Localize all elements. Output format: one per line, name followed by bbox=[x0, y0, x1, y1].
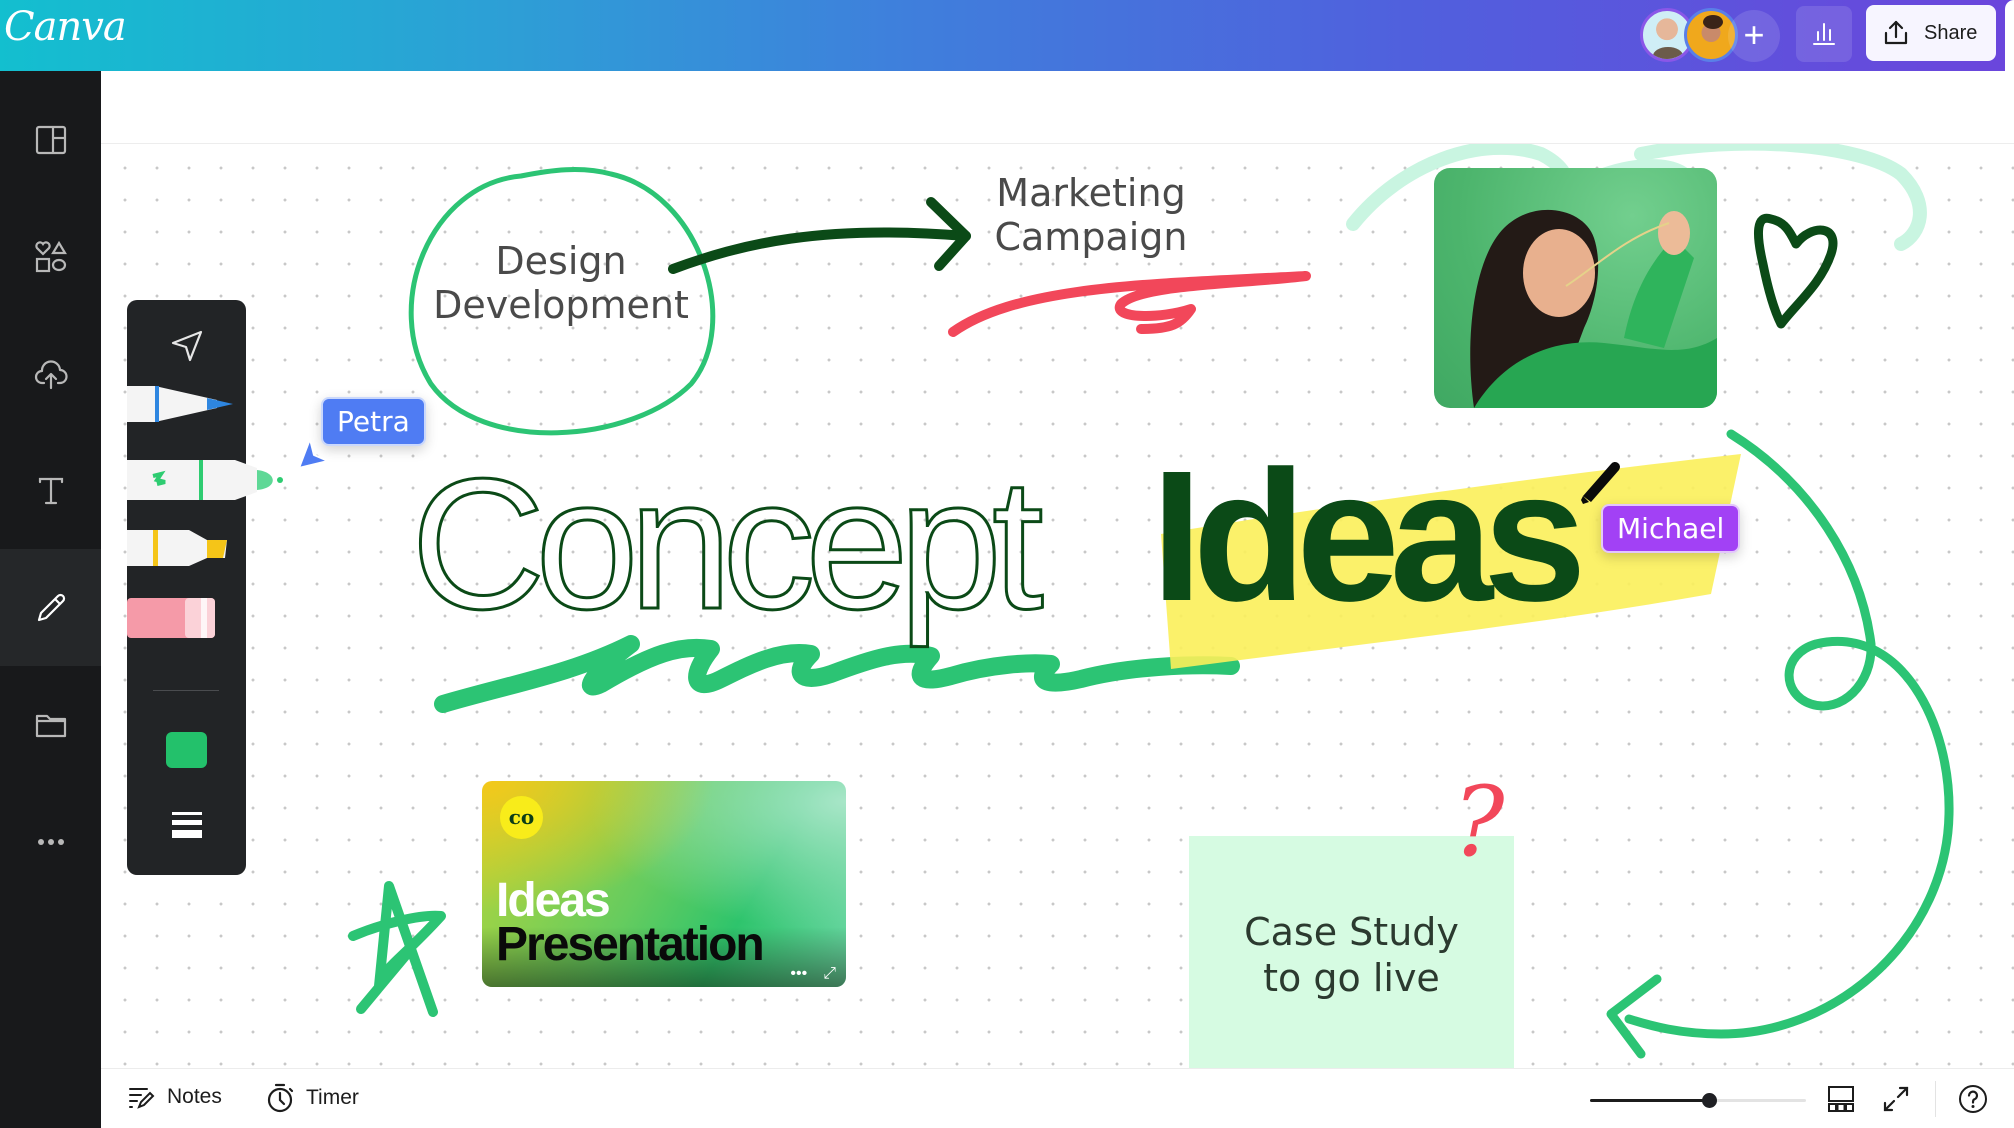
zoom-slider-thumb[interactable] bbox=[1701, 1093, 1717, 1108]
sidebar-item-design[interactable] bbox=[0, 81, 101, 198]
share-label: Share bbox=[1924, 21, 1978, 44]
notes-label: Notes bbox=[167, 1085, 222, 1108]
woman-green-jacket-photo[interactable] bbox=[1434, 168, 1717, 408]
photo-illustration bbox=[1470, 209, 1717, 408]
cloud-upload-icon bbox=[34, 359, 68, 389]
text-line: Design bbox=[495, 239, 627, 283]
loop-arrow-drawing bbox=[1606, 429, 1954, 1059]
text-line: Marketing bbox=[996, 171, 1186, 215]
help-icon[interactable] bbox=[1957, 1083, 1989, 1115]
zoom-slider-fill bbox=[1590, 1099, 1709, 1102]
top-bar: Canva + Share bbox=[0, 0, 2014, 71]
heart-drawing bbox=[1754, 213, 1838, 329]
whiteboard-canvas[interactable]: Design Development Marketing Campaign Pe… bbox=[101, 144, 2014, 1068]
ideas-headline[interactable]: Ideas bbox=[1151, 444, 1587, 630]
more-options-icon[interactable]: ••• bbox=[790, 965, 807, 983]
sidebar-item-elements[interactable] bbox=[0, 198, 101, 315]
petra-cursor-arrow-icon bbox=[298, 438, 329, 469]
star-drawing bbox=[348, 881, 446, 1017]
canva-logo[interactable]: Canva bbox=[4, 4, 127, 50]
text-line: Campaign bbox=[994, 214, 1188, 259]
expand-icon[interactable]: ⤢ bbox=[823, 965, 836, 983]
sticky-text-line: Case Study bbox=[1244, 910, 1459, 955]
design-development-text[interactable]: Design Development bbox=[431, 239, 691, 327]
notes-button[interactable]: Notes bbox=[127, 1083, 222, 1111]
pen-tool-icon[interactable] bbox=[127, 384, 237, 424]
toolbar-divider bbox=[153, 690, 219, 691]
highlighter-tool-icon[interactable] bbox=[127, 528, 237, 568]
window-edge bbox=[2005, 0, 2014, 71]
stroke-weight-icon[interactable] bbox=[171, 810, 203, 840]
fullscreen-icon[interactable] bbox=[1880, 1083, 1912, 1115]
sidebar-item-text[interactable] bbox=[0, 432, 101, 549]
folder-icon bbox=[35, 714, 66, 737]
bottom-bar: Notes Timer bbox=[101, 1068, 2014, 1128]
text-icon bbox=[38, 477, 63, 504]
ideas-presentation-card[interactable]: co Ideas Presentation ••• ⤢ bbox=[482, 781, 846, 987]
more-icon bbox=[37, 838, 64, 845]
layout-icon bbox=[35, 125, 66, 154]
timer-button[interactable]: Timer bbox=[266, 1083, 359, 1113]
draw-toolbar bbox=[127, 300, 283, 875]
red-underline-scribble bbox=[948, 271, 1311, 337]
add-collaborator-button[interactable]: + bbox=[1728, 10, 1780, 62]
collaborator-cursor-petra: Petra bbox=[321, 397, 426, 446]
concept-headline[interactable]: Concept bbox=[410, 450, 1046, 639]
insights-button[interactable] bbox=[1796, 6, 1852, 62]
bottom-divider bbox=[1935, 1081, 1936, 1117]
question-mark-drawing: ? bbox=[1453, 766, 1505, 878]
share-button[interactable]: Share bbox=[1866, 5, 1996, 61]
pencil-icon bbox=[37, 593, 65, 621]
canvas-header bbox=[101, 71, 2014, 144]
sidebar-item-uploads[interactable] bbox=[0, 315, 101, 432]
select-cursor-icon[interactable] bbox=[169, 328, 205, 364]
zoom-slider[interactable] bbox=[1590, 1093, 1806, 1108]
grid-view-icon[interactable] bbox=[1825, 1083, 1857, 1115]
timer-icon bbox=[267, 1083, 294, 1113]
marker-tool-icon[interactable] bbox=[127, 460, 287, 500]
share-upload-icon bbox=[1884, 20, 1908, 45]
sidebar-item-draw[interactable] bbox=[0, 549, 101, 666]
left-sidebar bbox=[0, 71, 101, 1128]
presentation-title-presentation: Presentation bbox=[496, 918, 765, 971]
notes-icon bbox=[129, 1088, 155, 1109]
eraser-tool-icon[interactable] bbox=[127, 598, 237, 638]
color-swatch[interactable] bbox=[166, 732, 207, 768]
plus-icon: + bbox=[1743, 14, 1765, 55]
presentation-logo: co bbox=[500, 796, 543, 839]
bar-chart-icon bbox=[1813, 23, 1835, 45]
shapes-icon bbox=[34, 240, 67, 272]
sidebar-item-more[interactable] bbox=[0, 783, 101, 900]
marketing-campaign-text[interactable]: Marketing Campaign bbox=[961, 171, 1221, 259]
timer-label: Timer bbox=[306, 1086, 359, 1109]
text-line: Development bbox=[433, 282, 689, 327]
sidebar-item-projects[interactable] bbox=[0, 666, 101, 783]
sticky-text-line: to go live bbox=[1263, 956, 1440, 1000]
